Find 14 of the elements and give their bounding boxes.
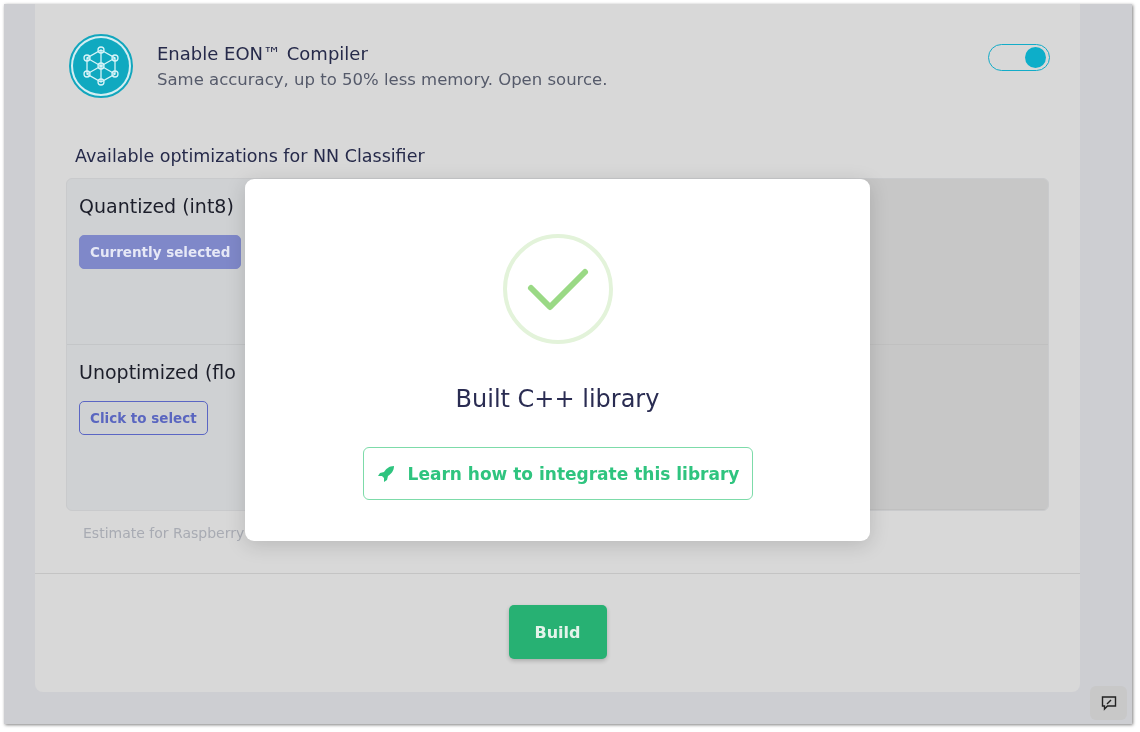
eon-compiler-title: Enable EON™ Compiler (157, 43, 369, 64)
integrate-library-button[interactable]: Learn how to integrate this library (362, 447, 753, 500)
checkmark-icon (501, 233, 614, 345)
select-button[interactable]: Currently selected (79, 235, 242, 269)
section-title: Available optimizations for NN Classifier (74, 145, 426, 166)
select-button[interactable]: Click to select (79, 400, 208, 435)
optimization-name: Unoptimized (flo (79, 360, 237, 383)
feedback-icon[interactable] (1090, 686, 1127, 720)
eon-compiler-description: Same accuracy, up to 50% less memory. Open source. (157, 70, 609, 89)
optimization-name: Quantized (int8) (79, 195, 235, 217)
build-button[interactable]: Build (508, 605, 607, 659)
rocket-icon (375, 463, 396, 484)
dialog-title: Built C++ library (455, 385, 660, 413)
neural-network-icon (69, 34, 133, 98)
